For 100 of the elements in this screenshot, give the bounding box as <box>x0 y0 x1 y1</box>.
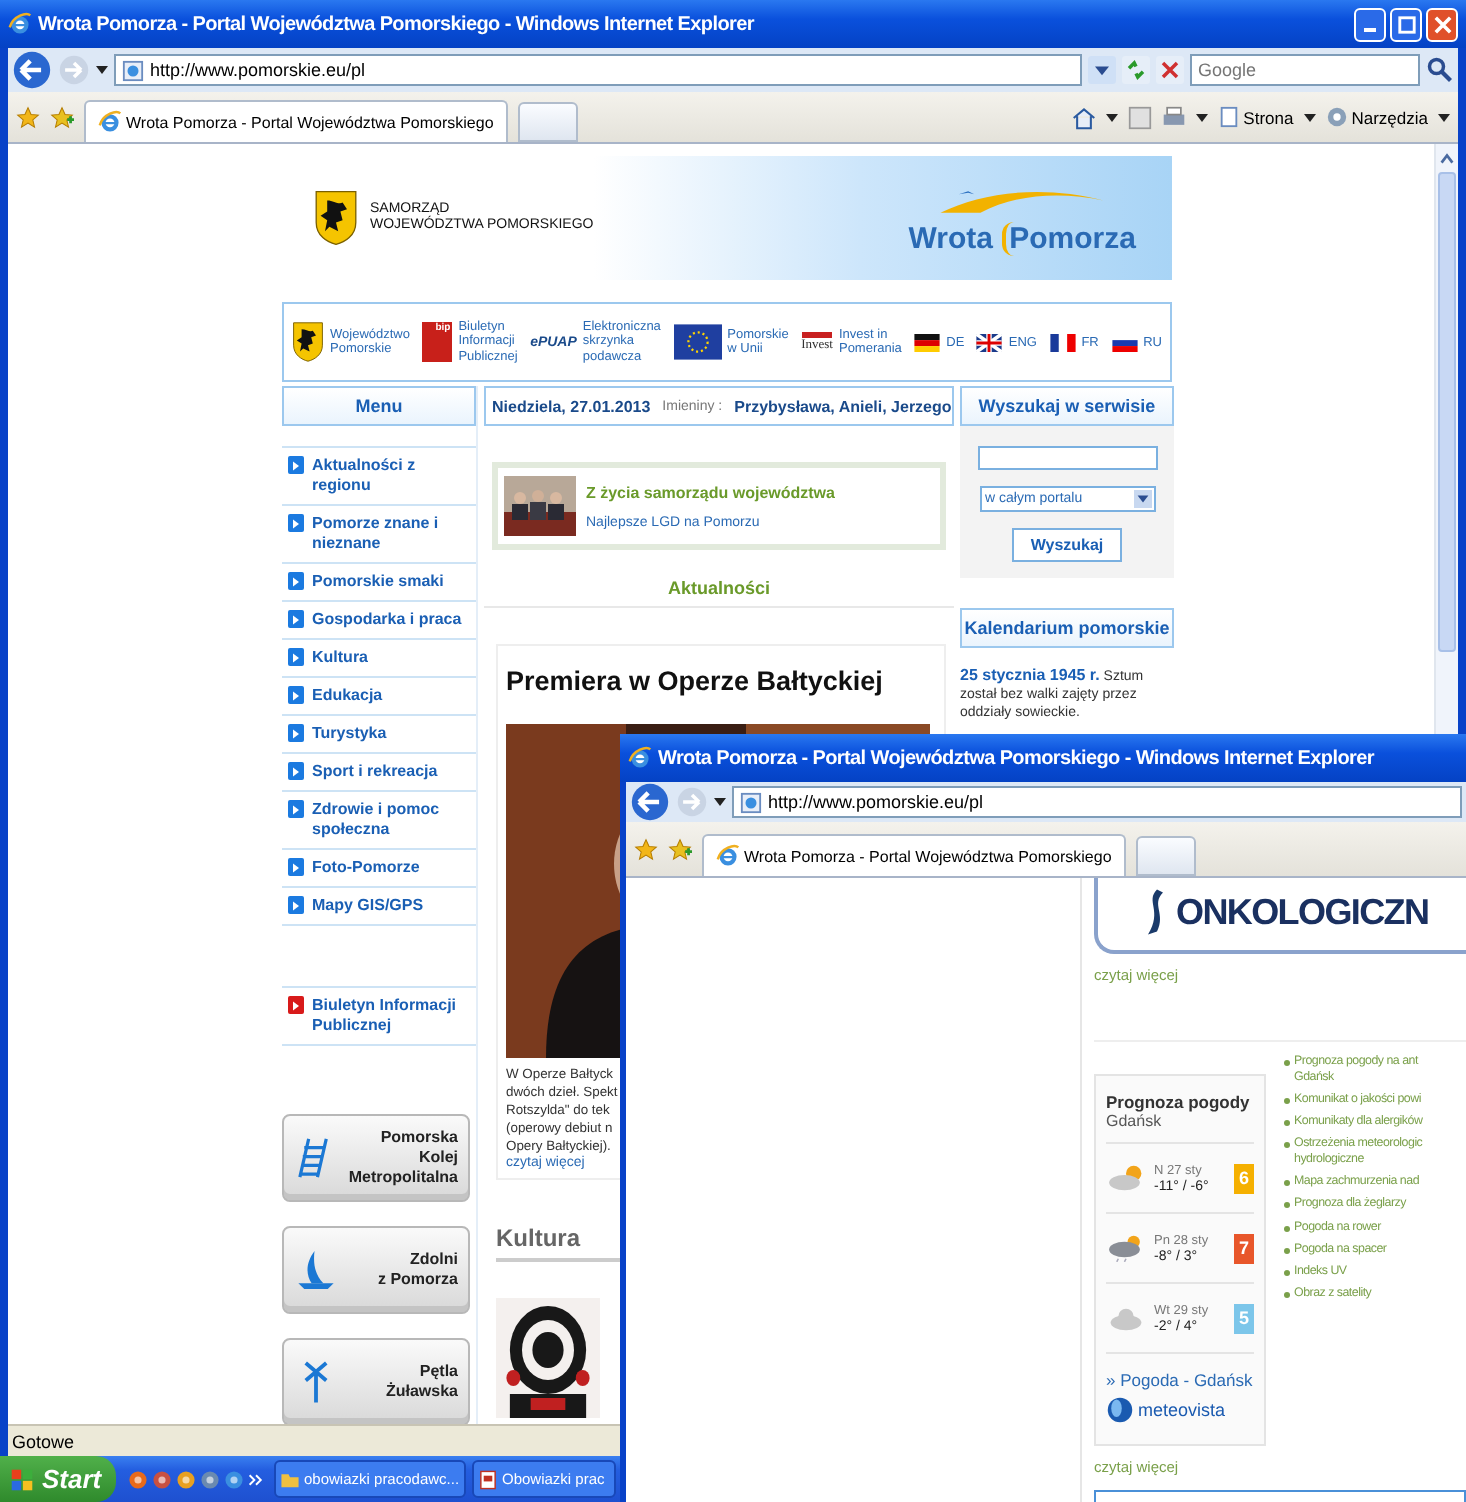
star-icon[interactable] <box>634 837 658 861</box>
chevron-icon[interactable] <box>248 1471 264 1487</box>
section-heading: Aktualności <box>484 578 954 608</box>
flag-icon[interactable] <box>914 333 941 351</box>
page-icon <box>740 791 762 813</box>
article-title[interactable]: Premiera w Operze Bałtyckiej <box>506 666 936 696</box>
menu-item[interactable]: Biuletyn Informacji Publicznej <box>312 996 476 1036</box>
caret-icon[interactable] <box>1303 113 1316 121</box>
caret-icon[interactable] <box>714 798 726 806</box>
menu-item[interactable]: Gospodarka i praca <box>312 610 462 630</box>
city-name: Gdańsk <box>1106 1112 1254 1144</box>
logo-text: Wrota Pomorza <box>908 221 1136 255</box>
printer-icon[interactable] <box>1161 105 1186 129</box>
cloud-sun-icon <box>1106 1164 1146 1192</box>
minimize-icon <box>1364 27 1376 31</box>
menu-item[interactable]: Turystyka <box>312 724 387 744</box>
status-text: Gotowe <box>12 1431 75 1451</box>
arrow-square-icon <box>288 610 304 628</box>
maximize-button[interactable] <box>1390 7 1422 41</box>
arrow-square-icon <box>288 800 304 818</box>
browser-icon <box>716 844 740 868</box>
browser-tab[interactable]: Wrota Pomorza - Portal Województwa Pomorskiego <box>84 100 508 142</box>
menu-item[interactable]: Kultura <box>312 648 368 668</box>
weather-link[interactable]: » Pogoda - Gdańsk <box>1106 1370 1254 1390</box>
search-icon[interactable] <box>1426 56 1454 84</box>
window-title: Wrota Pomorza - Portal Województwa Pomorskiego - Windows Internet Explorer <box>658 747 1374 769</box>
arrow-square-icon <box>288 456 304 474</box>
star-icon[interactable] <box>16 105 40 129</box>
close-button[interactable] <box>1426 7 1458 41</box>
menu-item[interactable]: Edukacja <box>312 686 383 706</box>
browser-tab[interactable]: Wrota Pomorza - Portal Województwa Pomorskiego <box>702 834 1126 876</box>
star-plus-icon[interactable] <box>50 105 74 129</box>
index-badge: 5 <box>1234 1303 1254 1333</box>
menu-item[interactable]: Aktualności z regionu <box>312 456 476 496</box>
menu-item[interactable]: Pomorskie smaki <box>312 572 444 592</box>
command-menu[interactable]: Narzędzia <box>1325 106 1428 128</box>
caret-icon[interactable] <box>1105 113 1118 121</box>
back-icon[interactable] <box>12 50 52 90</box>
banner-button[interactable]: Zdolni z Pomorza <box>282 1226 470 1314</box>
dropdown-icon[interactable] <box>1088 56 1116 84</box>
featured-title[interactable]: Z życia samorządu województwa <box>586 483 835 501</box>
ribbon-icon <box>1142 886 1166 938</box>
banner-text: ONKOLOGICZN <box>1176 891 1429 933</box>
close-icon <box>1433 15 1451 33</box>
flag-icon[interactable] <box>1049 333 1076 351</box>
index-badge: 7 <box>1234 1233 1254 1263</box>
arrow-square-icon <box>288 724 304 742</box>
flag-icon[interactable] <box>976 333 1003 351</box>
menu-heading: Menu <box>282 386 476 426</box>
gear-icon <box>1325 106 1348 128</box>
browser-icon <box>98 110 122 134</box>
caret-icon[interactable] <box>96 66 108 74</box>
search-field[interactable] <box>977 446 1157 470</box>
name-days: Przybysława, Anieli, Jerzego <box>734 397 952 415</box>
scroll-up-icon[interactable] <box>1438 150 1456 168</box>
home-icon[interactable] <box>1071 105 1096 129</box>
maximize-icon <box>1397 15 1415 33</box>
cloud-rain-icon <box>1106 1234 1146 1262</box>
arrow-square-icon <box>288 896 304 914</box>
menu-item[interactable]: Zdrowie i pomoc społeczna <box>312 800 476 840</box>
banner-button[interactable]: Pętla Żuławska <box>282 1338 470 1424</box>
star-plus-icon[interactable] <box>668 837 692 861</box>
search-button[interactable]: Wyszukaj <box>1012 528 1122 562</box>
stop-icon[interactable] <box>1156 56 1184 84</box>
menu-item[interactable]: Mapy GIS/GPS <box>312 896 424 916</box>
windows-flag-icon <box>10 1467 34 1491</box>
window-title: Wrota Pomorza - Portal Województwa Pomorskiego - Windows Internet Explorer <box>38 13 754 35</box>
brand-logo: meteovista <box>1138 1400 1226 1420</box>
arrow-square-icon <box>288 686 304 704</box>
arrow-square-icon <box>288 572 304 590</box>
arrow-square-icon <box>288 996 304 1014</box>
browser-icon <box>8 12 32 36</box>
refresh-icon[interactable] <box>1122 56 1150 84</box>
address-field[interactable]: http://www.pomorskie.eu/pl <box>114 54 1082 86</box>
index-badge: 6 <box>1234 1163 1254 1193</box>
arrow-square-icon <box>288 648 304 666</box>
banner-button[interactable]: Pomorska Kolej Metropolitalna <box>282 1114 470 1202</box>
scrollbar-thumb[interactable] <box>1438 172 1456 652</box>
browser-icon <box>628 746 652 770</box>
arrow-square-icon <box>288 858 304 876</box>
search-heading: Wyszukaj w serwisie <box>960 386 1174 426</box>
start-button[interactable]: Start <box>0 1456 116 1502</box>
shield-icon <box>292 320 324 364</box>
folder-icon <box>280 1469 300 1489</box>
arrow-square-icon <box>288 762 304 780</box>
dropdown-icon <box>1133 490 1151 508</box>
date-text: Niedziela, 27.01.2013 <box>492 397 651 415</box>
address-field[interactable]: http://www.pomorskie.eu/pl <box>732 786 1462 818</box>
minimize-button[interactable] <box>1354 7 1386 41</box>
menu-item[interactable]: Pomorze znane i nieznane <box>312 514 476 554</box>
search-field[interactable]: Google <box>1190 54 1420 86</box>
menu-item[interactable]: Foto-Pomorze <box>312 858 420 878</box>
page-icon <box>1217 106 1240 128</box>
caret-icon[interactable] <box>1438 113 1450 121</box>
caret-icon[interactable] <box>1195 113 1208 121</box>
command-menu[interactable]: Strona <box>1217 106 1294 128</box>
menu-item[interactable]: Sport i rekreacja <box>312 762 438 782</box>
back-icon[interactable] <box>630 782 670 822</box>
document-icon <box>478 1469 498 1489</box>
arrow-square-icon <box>288 514 304 532</box>
